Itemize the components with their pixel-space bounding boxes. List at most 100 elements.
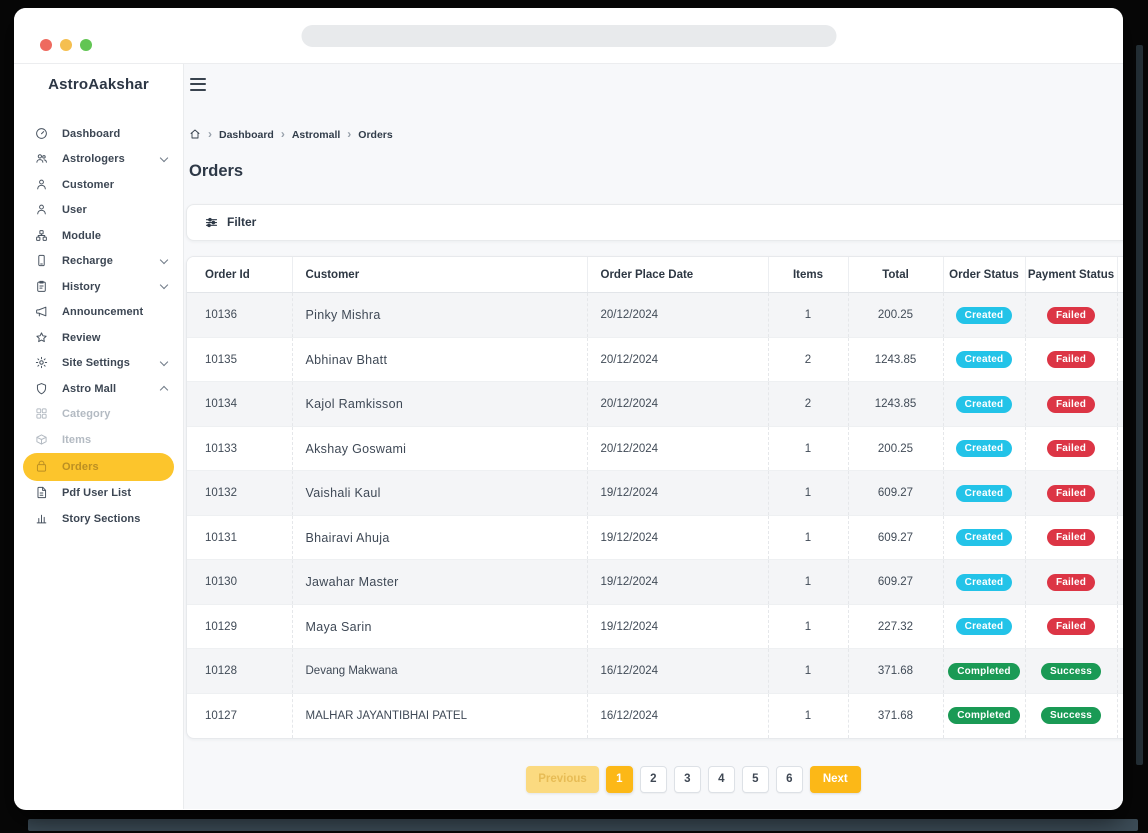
table-header-row: Order Id Customer Order Place Date Items… [187, 257, 1123, 293]
breadcrumb-astromall[interactable]: Astromall [274, 127, 340, 141]
customer-cell: Abhinav Bhatt [292, 337, 587, 382]
announcement-icon [35, 305, 49, 319]
browser-chrome [14, 8, 1123, 64]
sidebar-item-label: Module [62, 230, 101, 242]
truncated-cell [1117, 471, 1123, 516]
truncated-cell [1117, 515, 1123, 560]
order-id-cell: 10132 [187, 471, 292, 516]
payment-status-cell: Failed [1025, 560, 1117, 605]
items-icon [35, 433, 49, 447]
payment-status-badge: Success [1041, 707, 1101, 724]
sidebar-item-label: User [62, 204, 87, 216]
order-date-cell: 20/12/2024 [587, 337, 768, 382]
column-header-items: Items [768, 257, 848, 293]
orders-table-card: Order Id Customer Order Place Date Items… [186, 256, 1123, 739]
total-cell: 200.25 [848, 293, 943, 338]
sidebar-item-customer[interactable]: Customer [14, 172, 183, 198]
sidebar-item-recharge[interactable]: Recharge [14, 249, 183, 275]
maximize-button[interactable] [80, 39, 92, 51]
order-status-badge: Created [956, 618, 1013, 635]
sidebar-item-category[interactable]: Category [14, 402, 183, 428]
hamburger-menu-icon[interactable] [190, 78, 206, 91]
customer-cell: Vaishali Kaul [292, 471, 587, 516]
items-cell: 1 [768, 426, 848, 471]
order-status-badge: Completed [948, 707, 1019, 724]
order-id-cell: 10129 [187, 604, 292, 649]
sidebar-item-astro-mall[interactable]: Astro Mall [14, 376, 183, 402]
breadcrumb-orders[interactable]: Orders [340, 127, 392, 141]
sidebar-item-module[interactable]: Module [14, 223, 183, 249]
payment-status-cell: Failed [1025, 515, 1117, 560]
truncated-cell [1117, 382, 1123, 427]
page-button-2[interactable]: 2 [640, 766, 667, 793]
sidebar-item-user[interactable]: User [14, 198, 183, 224]
page-button-4[interactable]: 4 [708, 766, 735, 793]
sidebar-item-pdf-user-list[interactable]: Pdf User List [14, 481, 183, 507]
next-page-button[interactable]: Next [810, 766, 861, 793]
sidebar-item-orders[interactable]: Orders [23, 453, 174, 481]
app-window: AstroAakshar Dashboard Astrologers [14, 8, 1123, 810]
order-status-cell: Created [943, 426, 1025, 471]
background-right-band [1136, 45, 1143, 765]
sidebar-item-astrologers[interactable]: Astrologers [14, 147, 183, 173]
sidebar-item-items[interactable]: Items [14, 427, 183, 453]
home-icon[interactable] [189, 128, 201, 140]
payment-status-badge: Failed [1047, 574, 1095, 591]
sidebar-item-label: Announcement [62, 306, 143, 318]
sidebar-item-label: History [62, 281, 101, 293]
chevron-icon [160, 257, 169, 266]
sidebar-item-story-sections[interactable]: Story Sections [14, 506, 183, 532]
customer-cell: Akshay Goswami [292, 426, 587, 471]
table-row: 10130 Jawahar Master 19/12/2024 1 609.27… [187, 560, 1123, 605]
customer-cell: Bhairavi Ahuja [292, 515, 587, 560]
address-bar[interactable] [301, 25, 836, 47]
order-date-cell: 20/12/2024 [587, 382, 768, 427]
orders-table: Order Id Customer Order Place Date Items… [187, 257, 1123, 738]
order-status-cell: Completed [943, 649, 1025, 694]
payment-status-badge: Success [1041, 663, 1101, 680]
filter-label: Filter [227, 215, 256, 229]
sidebar-item-site-settings[interactable]: Site Settings [14, 351, 183, 377]
payment-status-cell: Failed [1025, 382, 1117, 427]
truncated-cell [1117, 426, 1123, 471]
total-cell: 1243.85 [848, 337, 943, 382]
truncated-cell [1117, 293, 1123, 338]
order-id-cell: 10127 [187, 693, 292, 738]
chevron-icon [160, 155, 169, 164]
table-row: 10132 Vaishali Kaul 19/12/2024 1 609.27 … [187, 471, 1123, 516]
page-button-1[interactable]: 1 [606, 766, 633, 793]
order-status-badge: Created [956, 574, 1013, 591]
order-status-cell: Created [943, 293, 1025, 338]
order-id-cell: 10136 [187, 293, 292, 338]
chevron-icon [160, 282, 169, 291]
order-id-cell: 10130 [187, 560, 292, 605]
page-button-6[interactable]: 6 [776, 766, 803, 793]
astro-mall-icon [35, 382, 49, 396]
customer-icon [35, 178, 49, 192]
sidebar-item-review[interactable]: Review [14, 325, 183, 351]
customer-cell: MALHAR JAYANTIBHAI PATEL [292, 693, 587, 738]
total-cell: 227.32 [848, 604, 943, 649]
sidebar-item-label: Pdf User List [62, 487, 131, 499]
payment-status-cell: Failed [1025, 471, 1117, 516]
breadcrumb-dashboard[interactable]: Dashboard [201, 127, 274, 141]
previous-page-button[interactable]: Previous [526, 766, 599, 793]
pdf-user-list-icon [35, 486, 49, 500]
dashboard-icon [35, 127, 49, 141]
items-cell: 1 [768, 471, 848, 516]
sidebar-item-label: Category [62, 408, 110, 420]
customer-cell: Kajol Ramkisson [292, 382, 587, 427]
minimize-button[interactable] [60, 39, 72, 51]
order-date-cell: 19/12/2024 [587, 471, 768, 516]
sidebar-item-dashboard[interactable]: Dashboard [14, 121, 183, 147]
close-button[interactable] [40, 39, 52, 51]
order-date-cell: 20/12/2024 [587, 426, 768, 471]
order-status-badge: Created [956, 396, 1013, 413]
page-button-3[interactable]: 3 [674, 766, 701, 793]
background-bottom-band [28, 819, 1138, 831]
sidebar-item-history[interactable]: History [14, 274, 183, 300]
sidebar-item-label: Story Sections [62, 513, 140, 525]
sidebar-item-announcement[interactable]: Announcement [14, 300, 183, 326]
page-button-5[interactable]: 5 [742, 766, 769, 793]
filter-button[interactable]: Filter [186, 204, 1123, 241]
